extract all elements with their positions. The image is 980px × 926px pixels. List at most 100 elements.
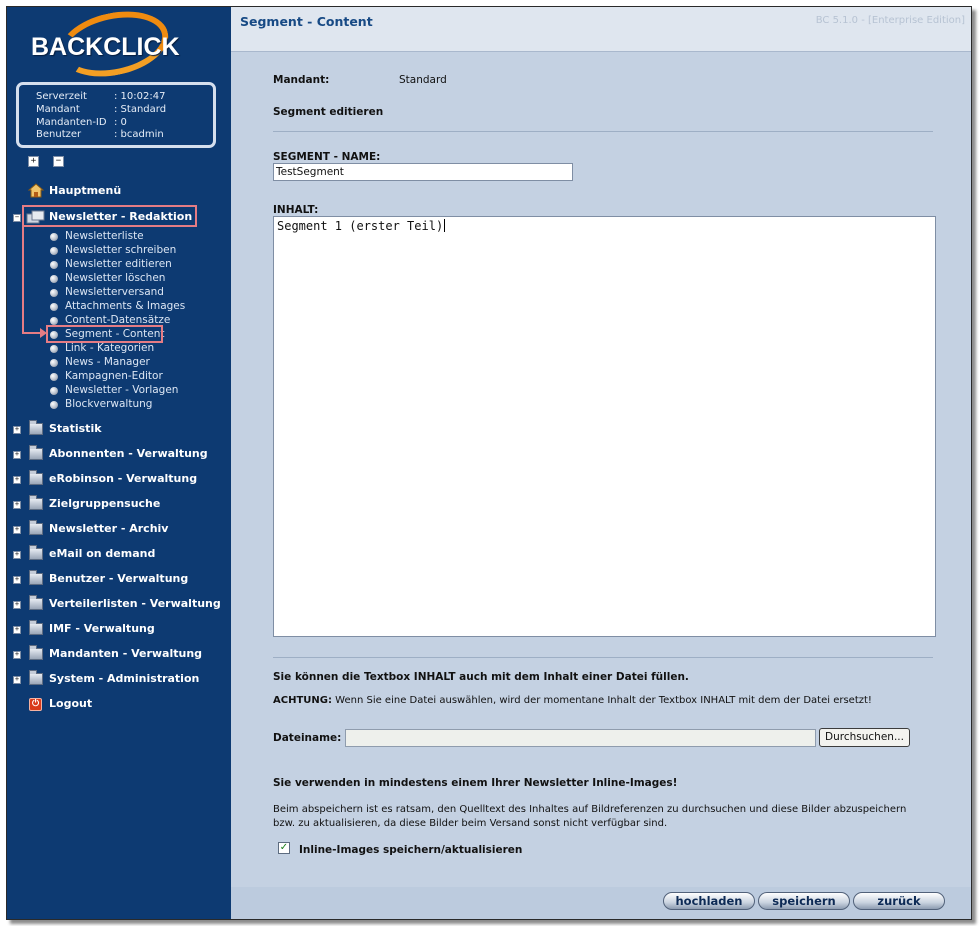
nav-logout[interactable]: Logout — [49, 697, 92, 710]
server-info-box: Serverzeit : 10:02:47 Mandant: Standard M… — [16, 82, 216, 148]
inline-images-title: Sie verwenden in mindestens einem Ihrer … — [273, 777, 678, 789]
bullet-icon — [50, 275, 58, 283]
expand-icon[interactable]: + — [13, 651, 21, 659]
collapse-all-icon[interactable]: − — [53, 156, 64, 167]
nav-sub-item[interactable]: Kampagnen-Editor — [65, 370, 163, 382]
info-value: : Standard — [114, 104, 167, 115]
file-path-input[interactable] — [345, 729, 816, 747]
segment-name-input[interactable]: TestSegment — [273, 163, 573, 181]
app-window: BACKCLICK Serverzeit : 10:02:47 Mandant: … — [6, 6, 972, 920]
expand-icon[interactable]: + — [13, 426, 21, 434]
inline-images-checkbox[interactable]: ✓ — [278, 842, 290, 854]
collapse-redaktion-icon[interactable]: − — [13, 214, 21, 222]
logout-icon: ⏻ — [29, 698, 42, 711]
arrow-head-icon — [40, 328, 47, 338]
expand-icon[interactable]: + — [13, 526, 21, 534]
bullet-icon — [50, 373, 58, 381]
mandant-label: Mandant: — [273, 74, 330, 86]
bullet-icon — [50, 345, 58, 353]
folder-icon — [29, 570, 43, 585]
folder-icon — [29, 620, 43, 635]
save-button[interactable]: speichern — [758, 892, 850, 910]
bullet-icon — [50, 261, 58, 269]
nav-section[interactable]: Statistik — [49, 422, 102, 435]
backclick-logo: BACKCLICK — [21, 7, 211, 86]
version-label: BC 5.1.0 - [Enterprise Edition] — [815, 15, 965, 26]
page-title: Segment - Content — [240, 14, 373, 29]
expand-icon[interactable]: + — [13, 626, 21, 634]
nav-sub-item[interactable]: Newsletterversand — [65, 286, 164, 298]
nav-section[interactable]: Verteilerlisten - Verwaltung — [49, 597, 221, 610]
nav-section[interactable]: Newsletter - Archiv — [49, 522, 168, 535]
nav-sub-item[interactable]: Newsletter schreiben — [65, 244, 176, 256]
nav-section[interactable]: eRobinson - Verwaltung — [49, 472, 197, 485]
nav-section[interactable]: Zielgruppensuche — [49, 497, 160, 510]
bullet-icon — [50, 387, 58, 395]
nav-sub-item[interactable]: Link - Kategorien — [65, 342, 154, 354]
nav-sub-item[interactable]: Attachments & Images — [65, 300, 185, 312]
nav-section[interactable]: System - Administration — [49, 672, 199, 685]
nav-section[interactable]: Benutzer - Verwaltung — [49, 572, 188, 585]
folder-icon — [29, 495, 43, 510]
inline-images-text: bzw. zu aktualisieren, da diese Bilder b… — [273, 818, 668, 829]
nav-section[interactable]: IMF - Verwaltung — [49, 622, 155, 635]
content-text: Segment 1 (erster Teil) — [277, 219, 444, 233]
segment-name-label: SEGMENT - NAME: — [273, 151, 381, 163]
nav-section[interactable]: eMail on demand — [49, 547, 155, 560]
nav-section[interactable]: Mandanten - Verwaltung — [49, 647, 202, 660]
bullet-icon — [50, 303, 58, 311]
nav-section[interactable]: Abonnenten - Verwaltung — [49, 447, 208, 460]
nav-hauptmenue[interactable]: Hauptmenü — [49, 184, 121, 197]
bullet-icon — [50, 247, 58, 255]
file-label: Dateiname: — [273, 732, 342, 744]
info-row: Mandant: Standard — [36, 104, 166, 116]
expand-icon[interactable]: + — [13, 476, 21, 484]
expand-icon[interactable]: + — [13, 451, 21, 459]
info-row: Benutzer : bcadmin — [36, 129, 164, 141]
expand-icon[interactable]: + — [13, 676, 21, 684]
expand-all-icon[interactable]: + — [28, 156, 39, 167]
nav-sub-item[interactable]: News - Manager — [65, 356, 150, 368]
nav-sub-item[interactable]: Newsletter - Vorlagen — [65, 384, 178, 396]
back-button[interactable]: zurück — [853, 892, 945, 910]
upload-button[interactable]: hochladen — [663, 892, 755, 910]
folder-icon — [29, 595, 43, 610]
nav-sub-item[interactable]: Newsletter löschen — [65, 272, 165, 284]
divider — [273, 657, 933, 658]
folder-icon — [29, 420, 43, 435]
info-value: : 0 — [114, 117, 127, 128]
main-content: Segment - Content BC 5.1.0 - [Enterprise… — [231, 7, 971, 919]
highlight-connector — [22, 226, 24, 333]
inline-images-checkbox-label: Inline-Images speichern/aktualisieren — [299, 844, 523, 856]
warning-text: Wenn Sie eine Datei auswählen, wird der … — [335, 695, 872, 706]
bullet-icon — [50, 359, 58, 367]
expand-icon[interactable]: + — [13, 601, 21, 609]
expand-icon[interactable]: + — [13, 551, 21, 559]
browse-button[interactable]: Durchsuchen... — [819, 728, 910, 747]
info-key: Benutzer — [36, 129, 82, 140]
content-label: INHALT: — [273, 204, 319, 216]
content-textarea[interactable]: Segment 1 (erster Teil) — [273, 216, 936, 637]
expand-icon[interactable]: + — [13, 501, 21, 509]
info-value: : bcadmin — [114, 129, 164, 140]
mandant-value: Standard — [399, 74, 447, 86]
folder-icon — [29, 445, 43, 460]
nav-sub-item[interactable]: Blockverwaltung — [65, 398, 152, 410]
expand-icon[interactable]: + — [13, 576, 21, 584]
file-hint: Sie können die Textbox INHALT auch mit d… — [273, 671, 689, 683]
folder-icon — [29, 645, 43, 660]
folder-icon — [29, 670, 43, 685]
info-row: Mandanten-ID: 0 — [36, 117, 127, 129]
nav-sub-item[interactable]: Newsletter editieren — [65, 258, 172, 270]
sidebar: BACKCLICK Serverzeit : 10:02:47 Mandant: … — [7, 7, 231, 919]
folder-icon — [29, 545, 43, 560]
info-key: Serverzeit — [36, 91, 87, 102]
bullet-icon — [50, 233, 58, 241]
folder-icon — [29, 520, 43, 535]
title-bar: Segment - Content BC 5.1.0 - [Enterprise… — [231, 7, 971, 52]
info-row: Serverzeit : 10:02:47 — [36, 91, 165, 103]
bullet-icon — [50, 289, 58, 297]
warning-label: ACHTUNG: — [273, 695, 332, 706]
nav-sub-item[interactable]: Newsletterliste — [65, 230, 144, 242]
info-value: : 10:02:47 — [114, 91, 166, 102]
